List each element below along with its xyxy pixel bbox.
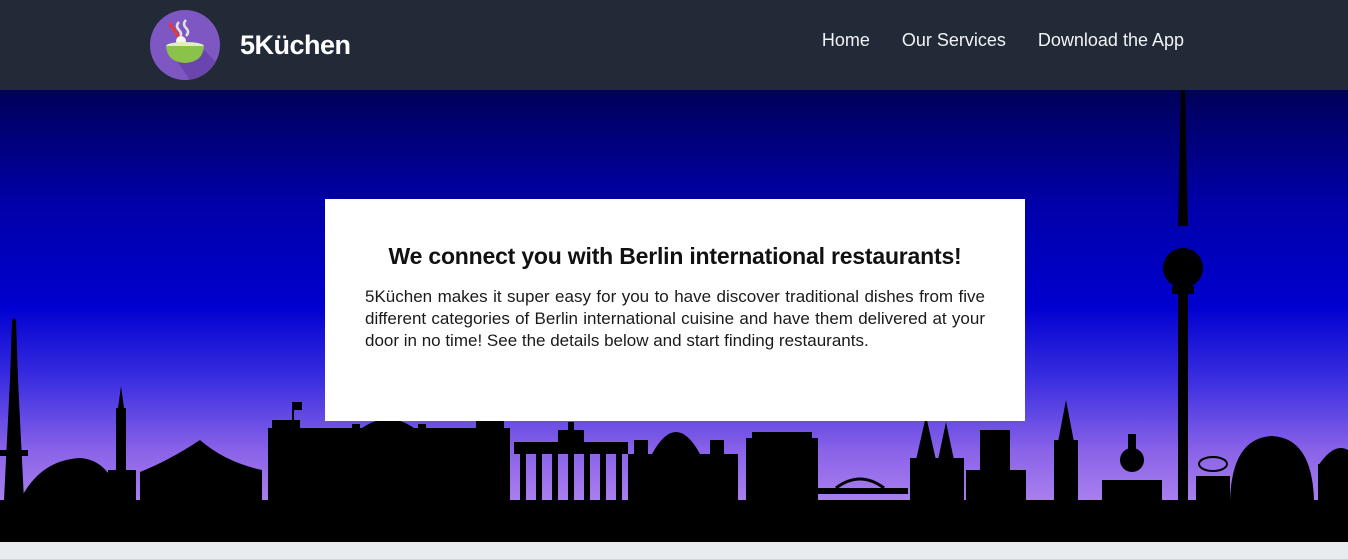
steaming-bowl-logo-icon [150, 10, 220, 80]
intro-card: We connect you with Berlin international… [325, 199, 1025, 421]
brand-name: 5Küchen [240, 29, 351, 60]
main-nav: Home Our Services Download the App [822, 30, 1184, 51]
nav-our-services[interactable]: Our Services [902, 30, 1006, 51]
brand-link[interactable]: 5Küchen [150, 10, 351, 80]
hero-section: We connect you with Berlin international… [0, 90, 1348, 542]
nav-home[interactable]: Home [822, 30, 870, 51]
navbar: 5Küchen Home Our Services Download the A… [0, 0, 1348, 90]
page-bottom-strip [0, 542, 1348, 559]
nav-download-app[interactable]: Download the App [1038, 30, 1184, 51]
hero-description: 5Küchen makes it super easy for you to h… [365, 287, 985, 350]
hero-title: We connect you with Berlin international… [388, 243, 962, 269]
